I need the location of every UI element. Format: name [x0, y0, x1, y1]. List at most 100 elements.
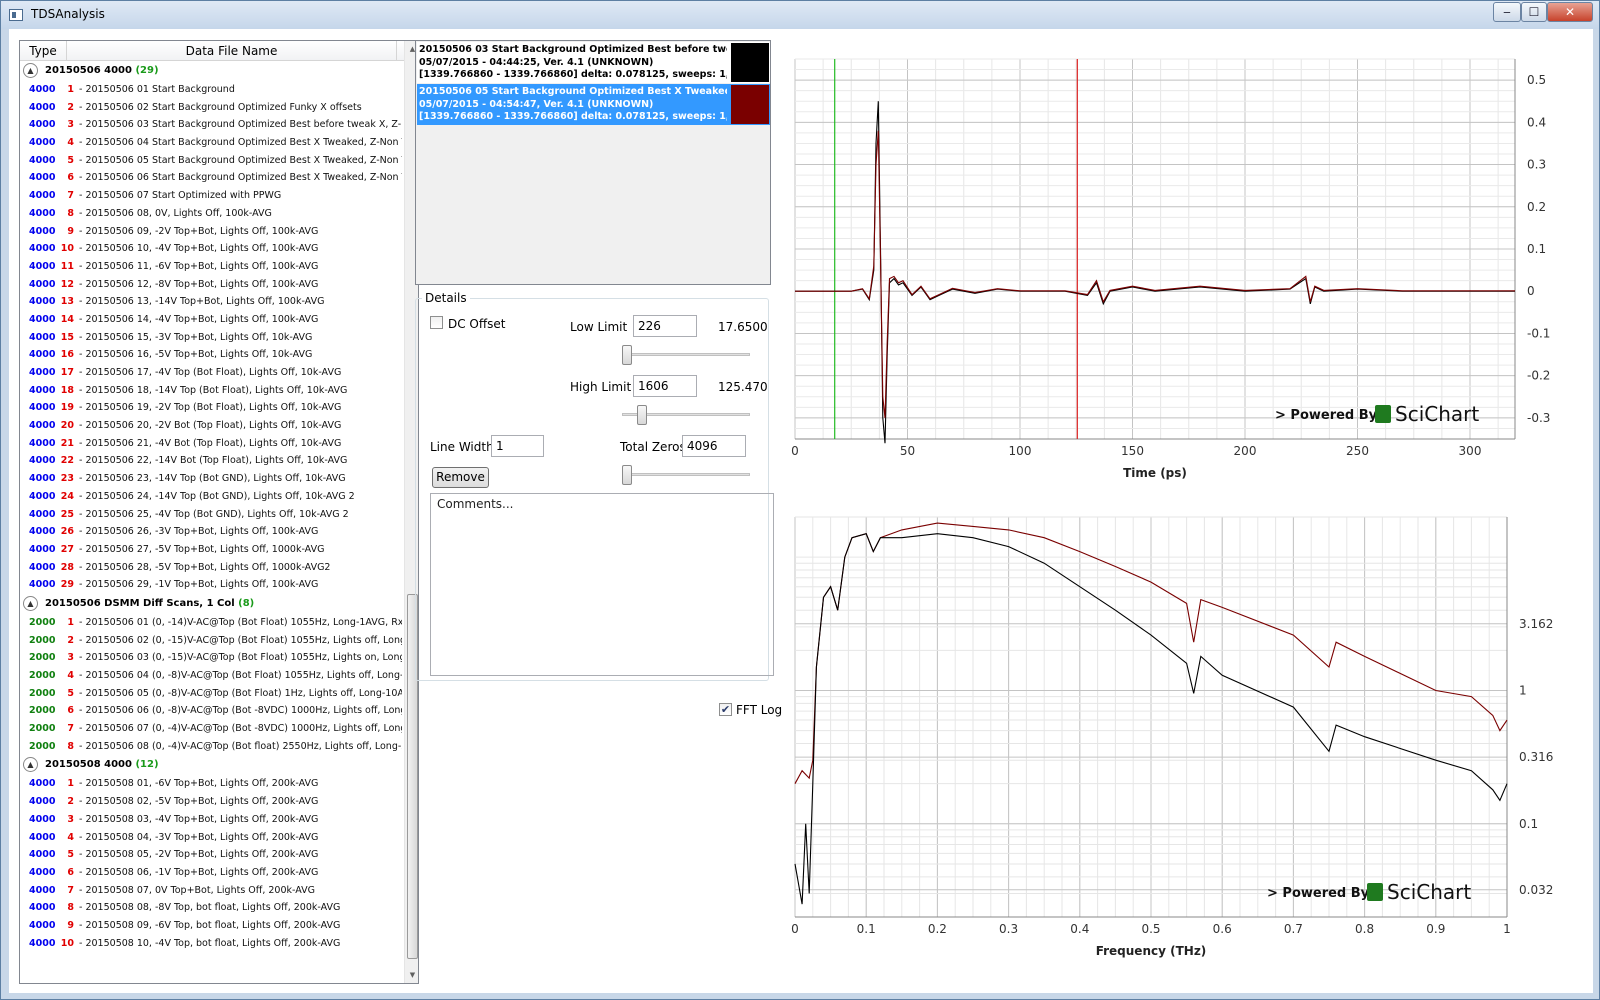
list-item[interactable]: 2000 3 - 20150506 03 (0, -15)V-AC@Top (Bo… — [20, 649, 408, 667]
maximize-button[interactable]: ☐ — [1521, 2, 1547, 22]
list-item[interactable]: 4000 26 - 20150506 26, -3V Top+Bot, Light… — [20, 523, 408, 541]
low-limit-input[interactable]: 226 — [633, 315, 697, 337]
list-item[interactable]: 4000 27 - 20150506 27, -5V Top+Bot, Light… — [20, 541, 408, 559]
item-name: - 20150506 23, -14V Top (Bot GND), Light… — [76, 473, 346, 485]
list-item[interactable]: 4000 28 - 20150506 28, -5V Top+Bot, Light… — [20, 559, 408, 577]
details-legend: Details — [422, 291, 470, 305]
list-item[interactable]: 4000 13 - 20150506 13, -14V Top+Bot, Ligh… — [20, 293, 408, 311]
trace-date: 05/07/2015 - 04:54:47, Ver. 4.1 (UNKNOWN… — [419, 98, 654, 110]
list-item[interactable]: 2000 5 - 20150506 05 (0, -8)V-AC@Top (Bot… — [20, 685, 408, 703]
list-item[interactable]: 4000 19 - 20150506 19, -2V Top (Bot Float… — [20, 399, 408, 417]
scroll-down-icon[interactable]: ▼ — [405, 967, 418, 983]
list-item[interactable]: 4000 20 - 20150506 20, -2V Bot (Top Float… — [20, 417, 408, 435]
list-item[interactable]: 4000 3 - 20150506 03 Start Background Opt… — [20, 116, 408, 134]
list-item[interactable]: 4000 1 - 20150506 01 Start Background — [20, 81, 408, 99]
frequency-domain-chart[interactable]: 0 0.1 0.2 0.3 0.4 0.5 0.6 0.7 0.8 0.9 1 0.032 0.1 0.3… — [779, 509, 1579, 981]
list-item[interactable]: 4000 5 - 20150506 05 Start Background Opt… — [20, 152, 408, 170]
list-item[interactable]: 4000 29 - 20150506 29, -1V Top+Bot, Light… — [20, 576, 408, 594]
item-label: 20150506 12, -8V Top+Bot, Lights Off, 10… — [85, 278, 319, 290]
list-item[interactable]: 4000 1 - 20150508 01, -6V Top+Bot, Lights… — [20, 775, 408, 793]
list-item[interactable]: 4000 15 - 20150506 15, -3V Top+Bot, Light… — [20, 329, 408, 347]
item-label: 20150508 06, -1V Top+Bot, Lights Off, 20… — [85, 866, 319, 878]
list-item[interactable]: 4000 8 - 20150506 08, 0V, Lights Off, 100… — [20, 205, 408, 223]
high-limit-slider-thumb[interactable] — [637, 405, 648, 425]
list-item[interactable]: 4000 2 - 20150506 02 Start Background Opt… — [20, 99, 408, 117]
list-item[interactable]: 2000 6 - 20150506 06 (0, -8)V-AC@Top (Bot… — [20, 702, 408, 720]
item-number: 2 — [67, 101, 74, 113]
list-item[interactable]: 4000 24 - 20150506 24, -14V Top (Bot GND)… — [20, 488, 408, 506]
list-item[interactable]: 4000 23 - 20150506 23, -14V Top (Bot GND)… — [20, 470, 408, 488]
item-number: 20 — [60, 420, 74, 432]
column-header-name[interactable]: Data File Name — [67, 41, 397, 61]
list-item[interactable]: 2000 8 - 20150506 08 (0, -4)V-AC@Top (Bot… — [20, 738, 408, 756]
scichart-brand: SciChart — [1395, 402, 1479, 426]
list-item[interactable]: 4000 10 - 20150508 10, -4V Top, bot float… — [20, 935, 408, 953]
dc-offset-checkbox[interactable] — [430, 316, 443, 329]
time-domain-chart[interactable]: 0 50 100 150 200 250 300 -0.3 -0.2 -0.1 0 0.1 0.2 0.3… — [779, 49, 1579, 489]
list-item[interactable]: 4000 18 - 20150506 18, -14V Top (Bot Floa… — [20, 382, 408, 400]
list-item[interactable]: 4000 7 - 20150506 07 Start Optimized with… — [20, 187, 408, 205]
total-zeros-slider-track[interactable] — [622, 473, 750, 476]
list-item[interactable]: 4000 7 - 20150508 07, 0V Top+Bot, Lights … — [20, 882, 408, 900]
list-item[interactable]: 4000 17 - 20150506 17, -4V Top (Bot Float… — [20, 364, 408, 382]
watermark-text: > Powered By — [1267, 886, 1370, 901]
list-item[interactable]: 4000 6 - 20150506 06 Start Background Opt… — [20, 169, 408, 187]
list-item[interactable]: 4000 4 - 20150508 04, -3V Top+Bot, Lights… — [20, 829, 408, 847]
item-number: 4 — [67, 831, 74, 843]
minimize-button[interactable]: ‒ — [1493, 2, 1521, 22]
list-item[interactable]: 2000 4 - 20150506 04 (0, -8)V-AC@Top (Bot… — [20, 667, 408, 685]
item-label: 20150506 03 Start Background Optimized B… — [85, 119, 402, 131]
close-button[interactable]: ✕ — [1547, 2, 1593, 22]
list-item[interactable]: 4000 4 - 20150506 04 Start Background Opt… — [20, 134, 408, 152]
list-item[interactable]: 4000 25 - 20150506 25, -4V Top (Bot GND),… — [20, 506, 408, 524]
collapse-icon[interactable]: ▲ — [23, 757, 38, 773]
list-item[interactable]: 4000 11 - 20150506 11, -6V Top+Bot, Light… — [20, 258, 408, 276]
list-item[interactable]: 4000 14 - 20150506 14, -4V Top+Bot, Light… — [20, 311, 408, 329]
remove-button[interactable]: Remove — [432, 467, 489, 488]
comments-textarea[interactable]: Comments... — [430, 493, 774, 676]
high-limit-input[interactable]: 1606 — [633, 375, 697, 397]
list-item[interactable]: 4000 22 - 20150506 22, -14V Bot (Top Floa… — [20, 452, 408, 470]
item-name: - 20150508 09, -6V Top, bot float, Light… — [76, 919, 341, 931]
list-item[interactable]: 4000 2 - 20150508 02, -5V Top+Bot, Lights… — [20, 793, 408, 811]
item-name: - 20150506 21, -4V Bot (Top Float), Ligh… — [76, 437, 342, 449]
list-item[interactable]: 2000 2 - 20150506 02 (0, -15)V-AC@Top (Bo… — [20, 632, 408, 650]
low-limit-slider-thumb[interactable] — [622, 345, 632, 365]
collapse-icon[interactable]: ▲ — [23, 63, 38, 78]
group-count: (8) — [238, 597, 255, 609]
list-item[interactable]: 4000 10 - 20150506 10, -4V Top+Bot, Light… — [20, 240, 408, 258]
group-header[interactable]: ▲ 20150506 4000 (29) — [20, 61, 408, 81]
trace-text: 20150506 03 Start Background Optimized B… — [419, 44, 727, 82]
collapse-icon[interactable]: ▲ — [23, 595, 38, 611]
group-header[interactable]: ▲ 20150506 DSMM Diff Scans, 1 Col (8) — [20, 594, 408, 614]
list-item[interactable]: 4000 9 - 20150506 09, -2V Top+Bot, Lights… — [20, 223, 408, 241]
list-item[interactable]: 4000 21 - 20150506 21, -4V Bot (Top Float… — [20, 435, 408, 453]
item-number: 23 — [60, 473, 74, 485]
list-item[interactable]: 2000 7 - 20150506 07 (0, -4)V-AC@Top (Bot… — [20, 720, 408, 738]
trace-item[interactable]: 20150506 03 Start Background Optimized B… — [417, 42, 770, 83]
list-item[interactable]: 4000 5 - 20150508 05, -2V Top+Bot, Lights… — [20, 846, 408, 864]
item-label: 20150506 25, -4V Top (Bot GND), Lights O… — [85, 508, 349, 520]
x-tick-label: 200 — [1234, 444, 1257, 458]
trace-item[interactable]: 20150506 05 Start Background Optimized B… — [417, 84, 770, 125]
list-item[interactable]: 4000 8 - 20150508 08, -8V Top, bot float,… — [20, 899, 408, 917]
fft-log-checkbox[interactable]: ✔ — [719, 703, 732, 716]
list-item[interactable]: 2000 1 - 20150506 01 (0, -14)V-AC@Top (Bo… — [20, 614, 408, 632]
title-bar[interactable]: TDSAnalysis ‒ ☐ ✕ — [1, 1, 1599, 29]
data-file-list[interactable]: Type Data File Name ▲ 20150506 4000 (29) 4… — [19, 40, 419, 984]
total-zeros-slider-thumb[interactable] — [622, 465, 632, 485]
selected-traces-list[interactable]: 20150506 03 Start Background Optimized B… — [415, 40, 771, 285]
list-item[interactable]: 4000 12 - 20150506 12, -8V Top+Bot, Light… — [20, 276, 408, 294]
trace-color-swatch[interactable] — [731, 43, 769, 82]
total-zeros-input[interactable]: 4096 — [682, 435, 746, 457]
list-item[interactable]: 4000 16 - 20150506 16, -5V Top+Bot, Light… — [20, 346, 408, 364]
group-header[interactable]: ▲ 20150508 4000 (12) — [20, 755, 408, 775]
line-width-input[interactable]: 1 — [491, 435, 544, 457]
low-limit-slider-track[interactable] — [622, 353, 750, 356]
item-number: 18 — [60, 384, 74, 396]
trace-color-swatch[interactable] — [731, 85, 769, 124]
list-item[interactable]: 4000 3 - 20150508 03, -4V Top+Bot, Lights… — [20, 811, 408, 829]
column-header-type[interactable]: Type — [20, 41, 67, 61]
list-item[interactable]: 4000 9 - 20150508 09, -6V Top, bot float,… — [20, 917, 408, 935]
list-item[interactable]: 4000 6 - 20150508 06, -1V Top+Bot, Lights… — [20, 864, 408, 882]
